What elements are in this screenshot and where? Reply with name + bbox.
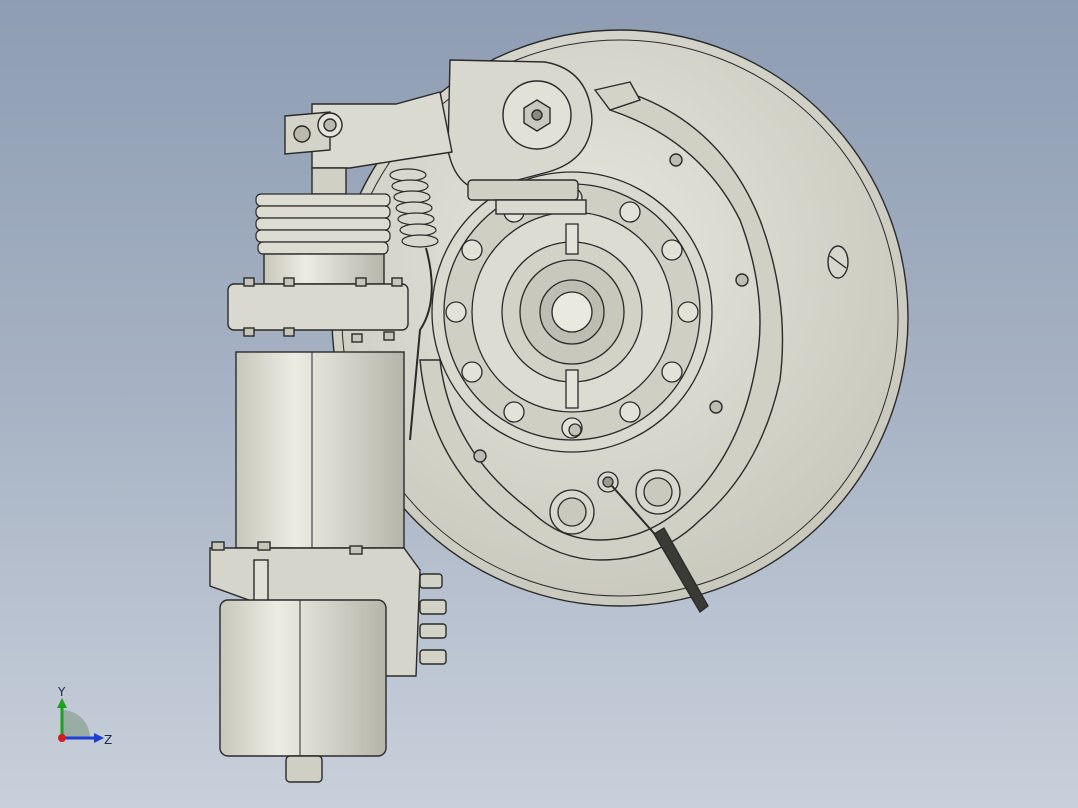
y-axis-arrow-icon (57, 698, 67, 708)
z-axis-label: Z (104, 733, 112, 747)
coordinate-triad: Y Z (57, 685, 112, 747)
z-axis-arrow-icon (94, 733, 104, 743)
threaded-section (255, 193, 391, 255)
y-axis-label: Y (57, 685, 66, 699)
cad-3d-viewport[interactable]: Y Z (0, 0, 1078, 808)
triad-plane-icon (62, 710, 90, 738)
x-axis-dot-icon (58, 734, 66, 742)
brake-assembly-model[interactable] (0, 0, 1078, 808)
